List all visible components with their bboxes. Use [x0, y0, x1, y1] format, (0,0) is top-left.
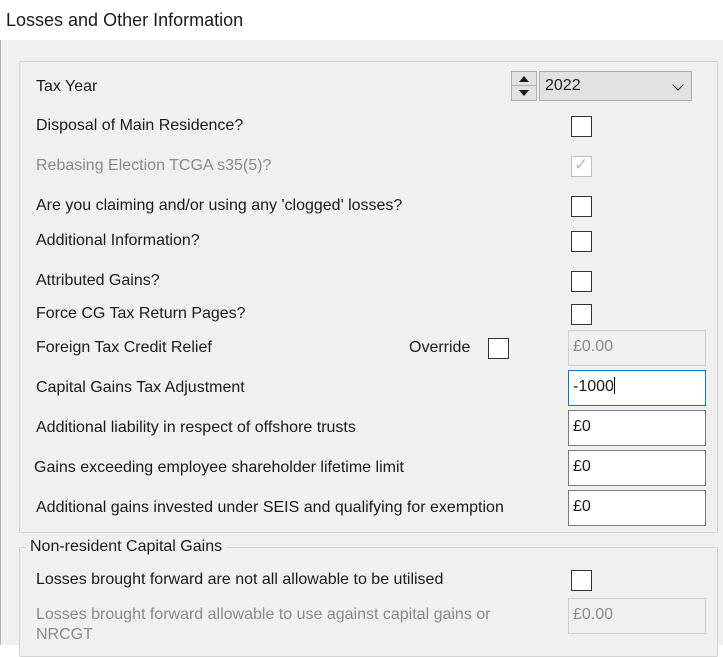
- rebasing-election-checkbox[interactable]: ✓: [571, 155, 592, 177]
- seis-gains-field[interactable]: £0: [568, 490, 706, 526]
- employee-shareholder-label: Gains exceeding employee shareholder lif…: [34, 459, 404, 476]
- override-label: Override: [409, 339, 471, 356]
- additional-information-checkbox[interactable]: [571, 231, 592, 252]
- cgt-adjustment-label: Capital Gains Tax Adjustment: [36, 379, 245, 396]
- cgt-adjustment-value: -1000: [573, 378, 614, 395]
- checkmark-icon: ✓: [574, 155, 589, 174]
- arrow-down-icon: [519, 90, 529, 96]
- spin-down-button[interactable]: [512, 86, 536, 100]
- chevron-down-icon: [672, 79, 684, 91]
- clogged-losses-checkbox[interactable]: [571, 196, 592, 217]
- text-caret: [613, 377, 615, 394]
- losses-allowable-label-line2: NRCGT: [36, 626, 93, 643]
- arrow-up-icon: [519, 76, 529, 82]
- disposal-main-residence-checkbox[interactable]: [571, 116, 592, 137]
- employee-shareholder-field[interactable]: £0: [568, 450, 706, 486]
- nrcg-group-title: Non-resident Capital Gains: [26, 538, 227, 556]
- seis-gains-label: Additional gains invested under SEIS and…: [36, 499, 504, 516]
- losses-not-allowable-label: Losses brought forward are not all allow…: [36, 571, 444, 588]
- losses-allowable-label-line1: Losses brought forward allowable to use …: [36, 606, 491, 623]
- cgt-adjustment-field[interactable]: -1000: [568, 370, 706, 406]
- attributed-gains-label: Attributed Gains?: [36, 272, 160, 289]
- rebasing-election-label: Rebasing Election TCGA s35(5)?: [36, 157, 272, 174]
- tax-year-value: 2022: [545, 77, 581, 94]
- tax-year-label: Tax Year: [36, 78, 98, 95]
- title-bar: Losses and Other Information: [0, 0, 723, 40]
- spin-up-button[interactable]: [512, 72, 536, 86]
- foreign-tax-label: Foreign Tax Credit Relief: [36, 339, 212, 356]
- force-cg-pages-checkbox[interactable]: [571, 304, 592, 325]
- disposal-main-residence-label: Disposal of Main Residence?: [36, 117, 244, 134]
- window-title: Losses and Other Information: [6, 10, 244, 30]
- losses-not-allowable-checkbox[interactable]: [571, 570, 592, 591]
- losses-allowable-field[interactable]: £0.00: [568, 598, 706, 634]
- offshore-trusts-field[interactable]: £0: [568, 410, 706, 446]
- tax-year-select[interactable]: 2022: [539, 71, 692, 101]
- clogged-losses-label: Are you claiming and/or using any 'clogg…: [36, 197, 403, 214]
- additional-information-label: Additional Information?: [36, 232, 200, 249]
- force-cg-pages-label: Force CG Tax Return Pages?: [36, 305, 246, 322]
- foreign-tax-field[interactable]: £0.00: [568, 330, 706, 366]
- attributed-gains-checkbox[interactable]: [571, 271, 592, 292]
- tax-year-spinner[interactable]: [511, 71, 537, 101]
- offshore-trusts-label: Additional liability in respect of offsh…: [36, 419, 356, 436]
- override-checkbox[interactable]: [488, 338, 509, 359]
